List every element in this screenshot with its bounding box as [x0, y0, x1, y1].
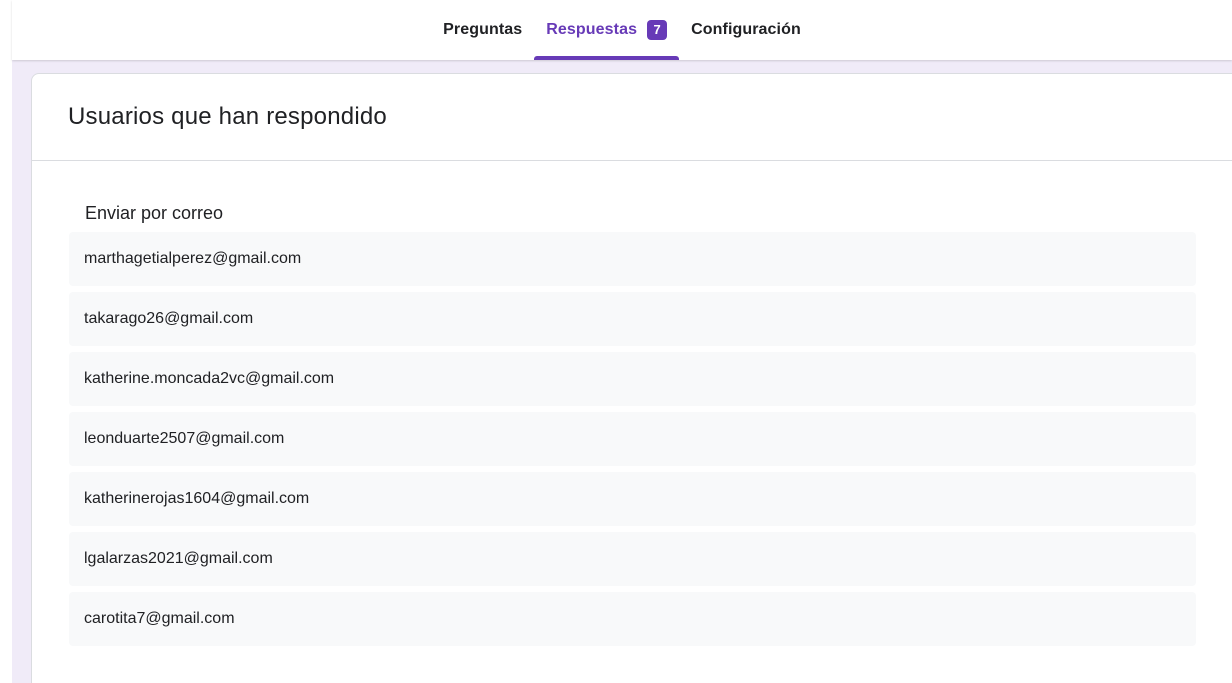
tab-configuracion[interactable]: Configuración — [679, 0, 813, 60]
email-row[interactable]: carotita7@gmail.com — [69, 592, 1196, 646]
email-address: marthagetialperez@gmail.com — [84, 250, 302, 267]
email-address: leonduarte2507@gmail.com — [84, 430, 285, 447]
email-row[interactable]: katherine.moncada2vc@gmail.com — [69, 352, 1196, 406]
left-edge — [0, 0, 12, 683]
email-address: carotita7@gmail.com — [84, 610, 235, 627]
tab-configuracion-label: Configuración — [691, 21, 801, 38]
card-header: Usuarios que han respondido — [32, 74, 1232, 161]
forms-responses-page: Preguntas Respuestas 7 Configuración Usu… — [0, 0, 1232, 683]
section-label: Enviar por correo — [85, 203, 224, 223]
tab-respuestas[interactable]: Respuestas 7 — [534, 0, 679, 60]
card-title: Usuarios que han respondido — [68, 103, 387, 130]
email-address: katherinerojas1604@gmail.com — [84, 490, 310, 507]
responses-count-badge: 7 — [647, 20, 668, 40]
tab-respuestas-label: Respuestas — [546, 21, 638, 38]
tab-preguntas[interactable]: Preguntas — [431, 0, 534, 60]
email-row[interactable]: leonduarte2507@gmail.com — [69, 412, 1196, 466]
email-address: lgalarzas2021@gmail.com — [84, 550, 273, 567]
email-address: katherine.moncada2vc@gmail.com — [84, 370, 335, 387]
tab-list: Preguntas Respuestas 7 Configuración — [12, 0, 1232, 60]
email-row[interactable]: takarago26@gmail.com — [69, 292, 1196, 346]
tab-preguntas-label: Preguntas — [443, 21, 523, 38]
email-address: takarago26@gmail.com — [84, 310, 254, 327]
respondents-card: Usuarios que han respondido Enviar por c… — [31, 73, 1232, 683]
email-row[interactable]: marthagetialperez@gmail.com — [69, 232, 1196, 286]
email-row[interactable]: katherinerojas1604@gmail.com — [69, 472, 1196, 526]
email-list: marthagetialperez@gmail.com takarago26@g… — [69, 232, 1196, 646]
top-tab-bar: Preguntas Respuestas 7 Configuración — [12, 0, 1232, 60]
email-section: Enviar por correo marthagetialperez@gmai… — [69, 194, 1196, 652]
email-row[interactable]: lgalarzas2021@gmail.com — [69, 532, 1196, 586]
